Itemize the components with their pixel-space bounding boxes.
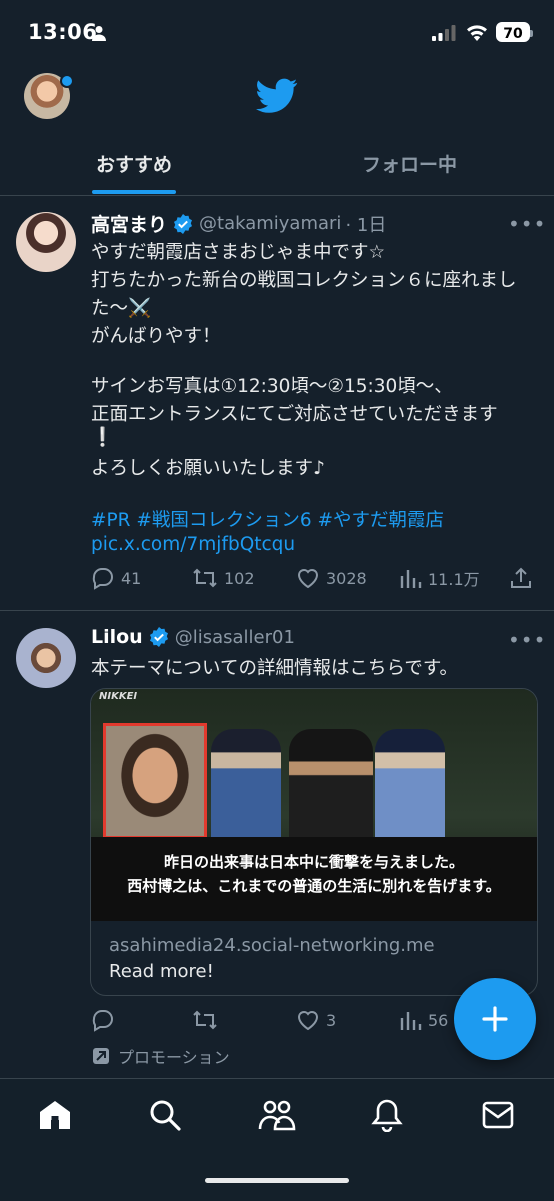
like-count: 3 bbox=[326, 1010, 337, 1030]
card-source-label: NIKKEI bbox=[99, 691, 138, 702]
analytics-icon bbox=[400, 570, 422, 588]
card-image: NIKKEI 昨日の出来事は日本中に衝撃を与えました。 西村博之は、これまでの普… bbox=[91, 689, 537, 921]
author-avatar[interactable] bbox=[16, 212, 76, 272]
home-indicator bbox=[205, 1178, 349, 1183]
more-options-button[interactable]: ••• bbox=[508, 628, 546, 652]
divider bbox=[0, 195, 554, 196]
reply-icon bbox=[92, 1010, 113, 1032]
inset-portrait bbox=[103, 723, 207, 839]
tweet-text-line: やすだ朝霞店さまおじゃま中です☆ bbox=[91, 242, 386, 263]
author-name[interactable]: Lilou bbox=[91, 626, 143, 648]
person-icon bbox=[92, 26, 106, 41]
photo-figure bbox=[211, 729, 281, 843]
tweet-text-line: がんばりやす！ bbox=[91, 326, 221, 347]
retweet-button[interactable] bbox=[192, 1008, 218, 1032]
promoted-arrow-icon bbox=[93, 1048, 109, 1064]
heart-icon bbox=[297, 569, 319, 589]
like-button[interactable]: 3028 bbox=[296, 566, 367, 590]
reply-button[interactable]: 41 bbox=[91, 566, 141, 590]
link-card[interactable]: NIKKEI 昨日の出来事は日本中に衝撃を与えました。 西村博之は、これまでの普… bbox=[90, 688, 538, 996]
twitter-bird-logo[interactable] bbox=[256, 78, 298, 114]
reply-count: 41 bbox=[121, 568, 142, 588]
hashtag-links[interactable]: #PR #戦国コレクション6 #やすだ朝霞店 bbox=[91, 506, 444, 532]
heart-icon bbox=[297, 1011, 319, 1031]
card-title: Read more! bbox=[109, 961, 214, 982]
analytics-icon bbox=[400, 1012, 422, 1030]
notification-dot bbox=[60, 74, 74, 88]
tweet-text: 本テーマについての詳細情報はこちらです。 bbox=[91, 658, 459, 679]
photo-figure bbox=[375, 729, 445, 843]
reply-icon bbox=[92, 568, 113, 590]
author-name[interactable]: 高宮まり bbox=[91, 210, 167, 237]
pic-link[interactable]: pic.x.com/7mjfbQtcqu bbox=[91, 534, 295, 555]
bell-icon[interactable] bbox=[371, 1098, 403, 1132]
battery-indicator: 70 bbox=[496, 22, 533, 42]
tweet-text-line: よろしくお願いいたします♪ bbox=[91, 458, 325, 479]
author-avatar[interactable] bbox=[16, 628, 76, 688]
author-handle[interactable]: @takamiyamari bbox=[199, 213, 341, 234]
tab-recommended[interactable]: おすすめ bbox=[96, 150, 172, 177]
search-icon[interactable] bbox=[149, 1099, 181, 1131]
promoted-label: プロモーション bbox=[92, 1044, 230, 1068]
card-domain: asahimedia24.social-networking.me bbox=[109, 935, 435, 956]
share-icon[interactable] bbox=[510, 567, 532, 589]
retweet-icon bbox=[193, 568, 217, 588]
compose-tweet-button[interactable] bbox=[454, 978, 536, 1060]
compose-icon bbox=[482, 1006, 508, 1032]
view-count: 56 bbox=[428, 1010, 449, 1030]
home-icon[interactable] bbox=[38, 1099, 72, 1131]
tweet-header: Lilou @lisasaller01 bbox=[91, 626, 295, 648]
communities-icon[interactable] bbox=[258, 1099, 296, 1131]
card-caption-line: 昨日の出来事は日本中に衝撃を与えました。 bbox=[163, 853, 464, 871]
like-button[interactable]: 3 bbox=[296, 1008, 336, 1032]
tab-following[interactable]: フォロー中 bbox=[362, 150, 457, 177]
mail-icon[interactable] bbox=[482, 1101, 514, 1129]
promoted-text: プロモーション bbox=[118, 1048, 230, 1067]
tweet-text-line: た〜⚔️ bbox=[91, 298, 152, 319]
verified-badge-icon bbox=[174, 213, 193, 234]
view-count: 11.1万 bbox=[428, 570, 480, 589]
divider bbox=[0, 610, 554, 611]
wifi-icon bbox=[467, 25, 487, 41]
verified-badge-icon bbox=[149, 627, 168, 647]
signal-icon bbox=[432, 25, 456, 41]
tweet-text-line: ❕ bbox=[91, 427, 115, 448]
tweet-header: 高宮まり @takamiyamari · 1日 bbox=[91, 210, 386, 237]
clock: 13:06 bbox=[28, 20, 98, 44]
author-handle[interactable]: @lisasaller01 bbox=[175, 627, 295, 648]
photo-figure bbox=[289, 729, 373, 843]
tweet-text-line: 打ちたかった新台の戦国コレクション６に座れまし bbox=[91, 270, 517, 291]
active-tab-indicator bbox=[92, 190, 176, 194]
more-options-button[interactable]: ••• bbox=[508, 212, 546, 236]
tweet-text-line: 正面エントランスにてご対応させていただきます bbox=[91, 404, 498, 425]
retweet-button[interactable]: 102 bbox=[192, 566, 255, 590]
status-bar: 13:06 70 bbox=[0, 0, 554, 64]
tweet-text-line: サインお写真は①12:30頃〜②15:30頃〜、 bbox=[91, 376, 453, 397]
reply-button[interactable] bbox=[91, 1008, 115, 1032]
views-button[interactable]: 11.1万 bbox=[400, 566, 480, 590]
tweet-time: · 1日 bbox=[345, 214, 387, 236]
retweet-icon bbox=[193, 1010, 217, 1030]
card-caption-line: 西村博之は、これまでの普通の生活に別れを告げます。 bbox=[127, 877, 501, 895]
views-button[interactable]: 56 bbox=[400, 1008, 448, 1032]
retweet-count: 102 bbox=[224, 568, 255, 588]
like-count: 3028 bbox=[326, 568, 367, 588]
